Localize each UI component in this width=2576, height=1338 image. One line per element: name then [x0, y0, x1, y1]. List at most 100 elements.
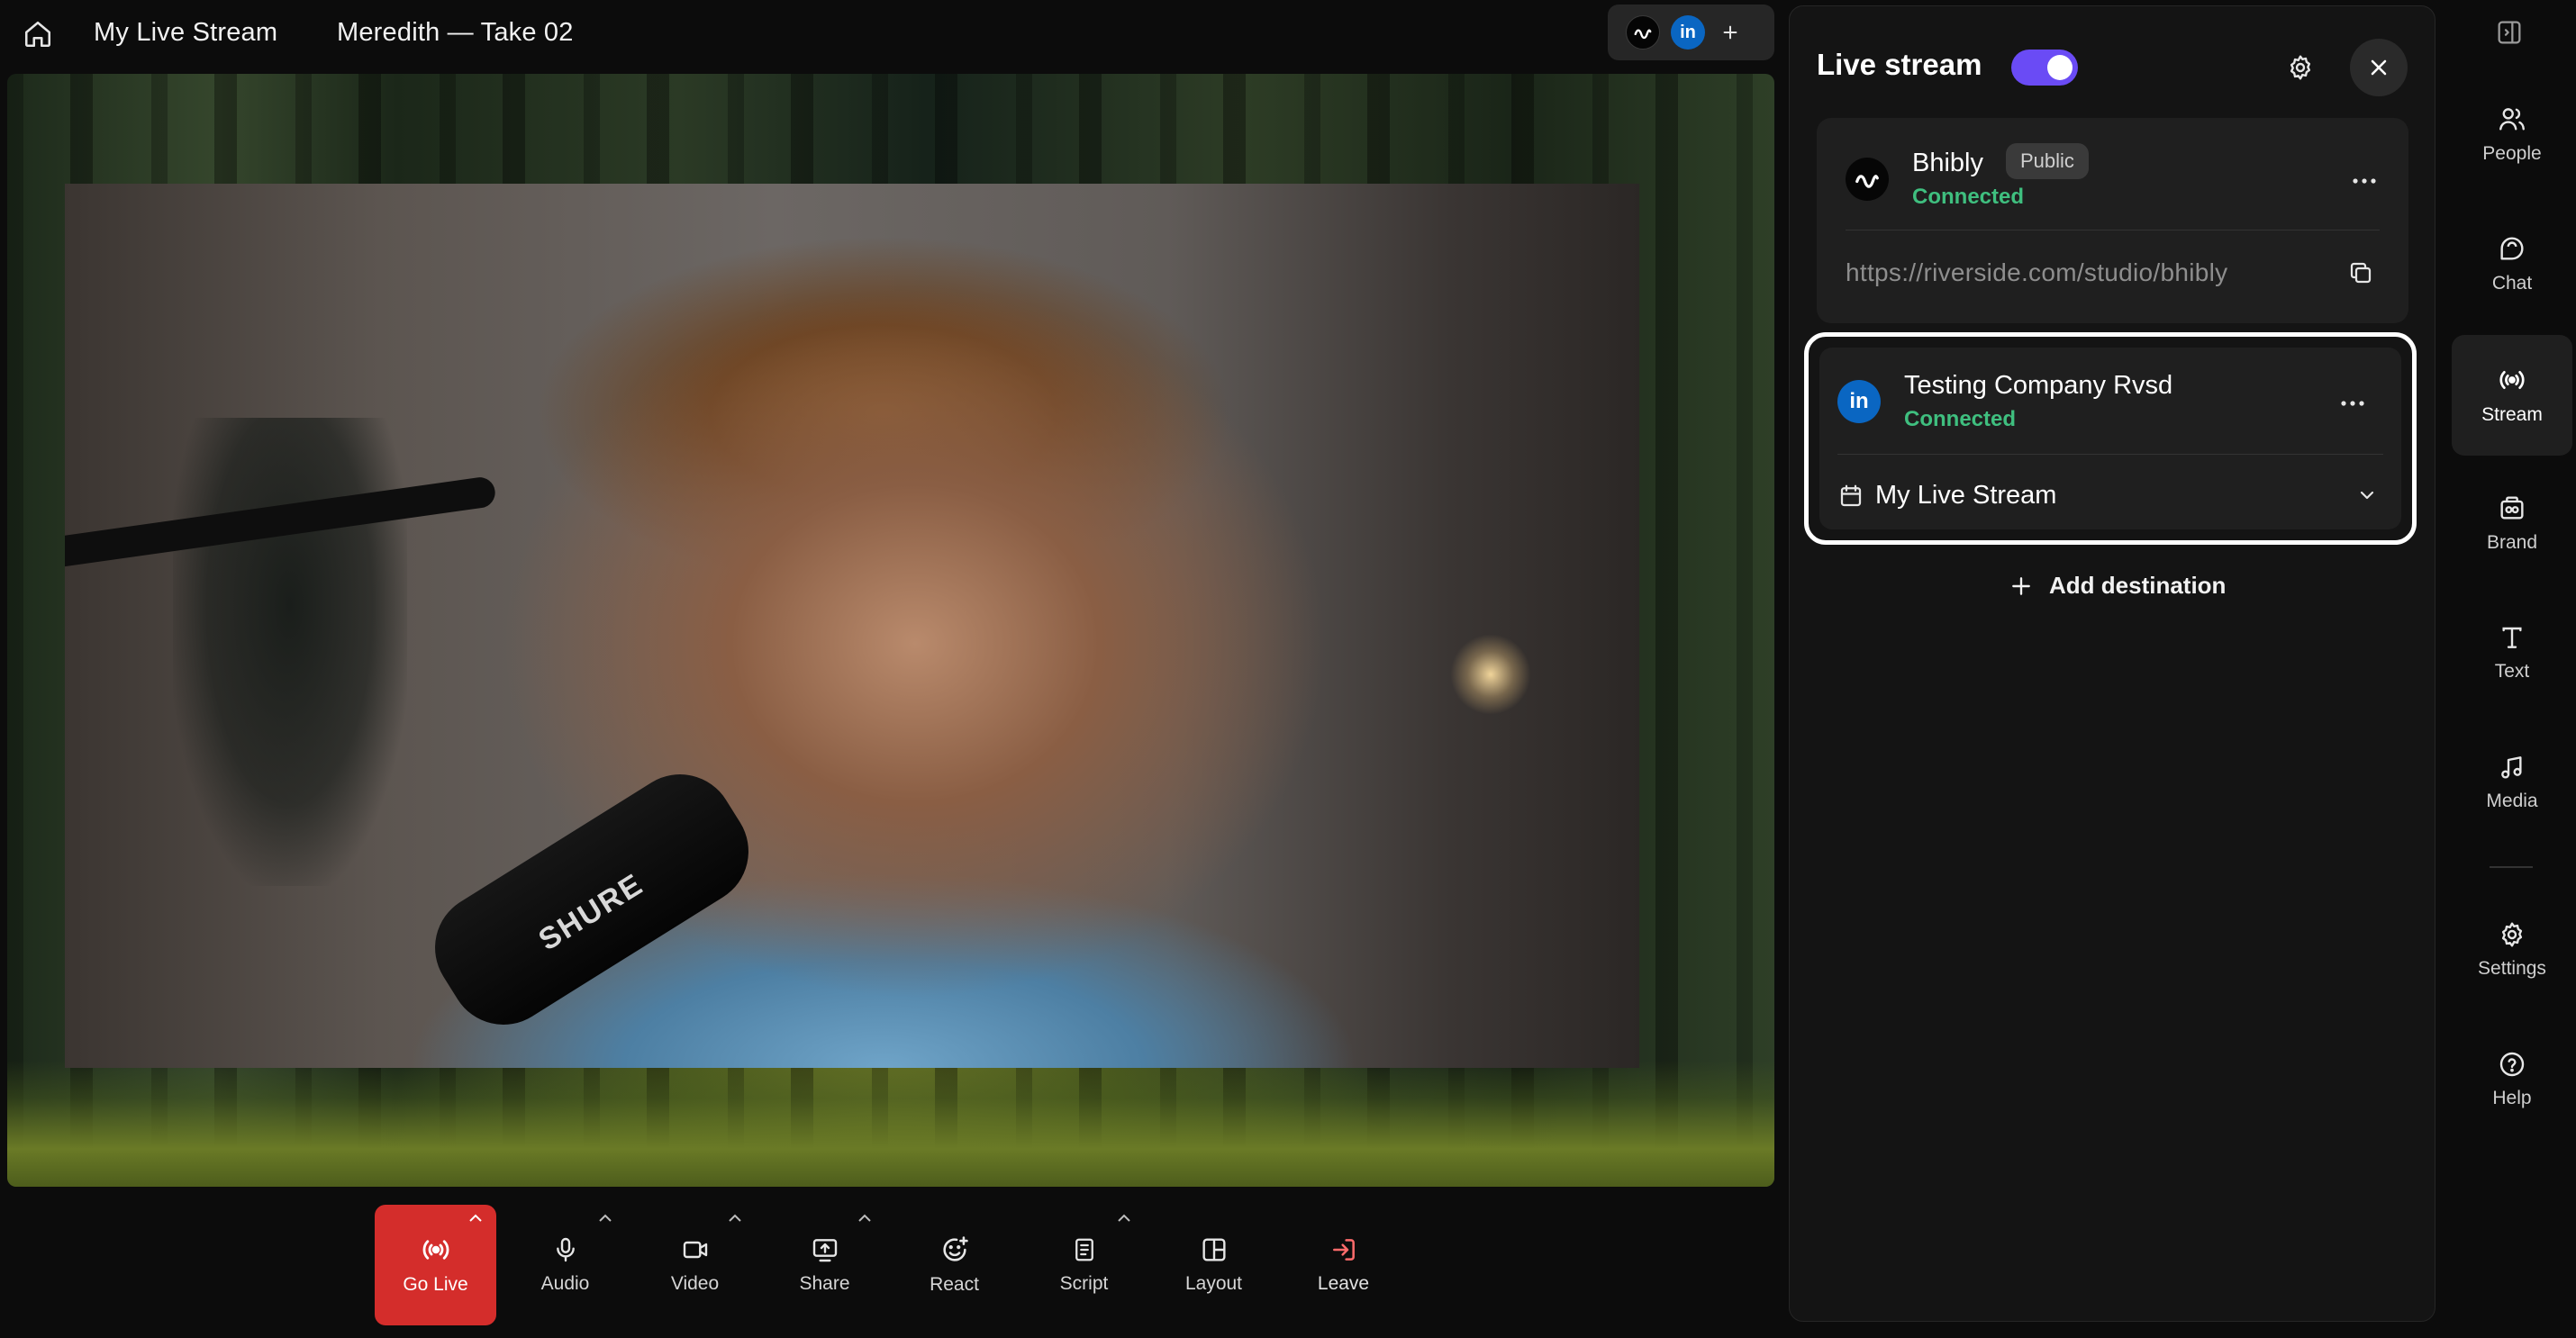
rail-label: Brand — [2486, 532, 2538, 553]
rail-item-help[interactable]: Help — [2452, 1019, 2572, 1140]
rail-label: Media — [2486, 791, 2538, 811]
background-lamp — [1450, 634, 1531, 715]
destination-card-linkedin: in Testing Company Rvsd Connected My Liv… — [1804, 332, 2417, 545]
sidebar-collapse-icon — [2498, 21, 2521, 44]
leave-label: Leave — [1317, 1273, 1370, 1294]
rail-item-settings[interactable]: Settings — [2452, 890, 2572, 1010]
close-panel-button[interactable] — [2350, 39, 2408, 96]
calendar-icon — [1840, 484, 1862, 507]
script-label: Script — [1059, 1273, 1109, 1294]
close-icon — [2371, 59, 2387, 76]
emoji-add-icon — [942, 1236, 968, 1261]
selected-stream-name: My Live Stream — [1875, 481, 2057, 510]
visibility-badge: Public — [2006, 143, 2089, 179]
rail-item-media[interactable]: Media — [2452, 722, 2572, 843]
leave-icon — [1332, 1239, 1355, 1261]
audio-label: Audio — [540, 1273, 590, 1294]
destination-more-button[interactable] — [2333, 384, 2372, 423]
layout-icon — [1202, 1238, 1226, 1261]
rail-label: Stream — [2481, 404, 2543, 425]
layout-label: Layout — [1184, 1273, 1243, 1294]
linkedin-icon: in — [1837, 380, 1881, 423]
rail-label: People — [2482, 143, 2542, 164]
stream-settings-button[interactable] — [2280, 47, 2321, 88]
chevron-up-icon[interactable] — [467, 1212, 484, 1225]
stream-icon — [2499, 371, 2525, 389]
destination-name: Bhibly — [1912, 149, 1983, 177]
take-title[interactable]: Meredith — Take 02 — [337, 18, 574, 48]
control-bar: Go Live Audio Video Share React Script L… — [0, 1198, 1788, 1338]
camera-feed: SHURE — [65, 184, 1639, 1068]
destination-card-body: in Testing Company Rvsd Connected My Liv… — [1819, 348, 2401, 529]
destination-name: Testing Company Rvsd — [1904, 371, 2173, 400]
brand-icon — [2500, 496, 2524, 520]
chat-icon — [2500, 237, 2524, 260]
rail-item-stream[interactable]: Stream — [2452, 335, 2572, 456]
destinations-pill[interactable]: in — [1608, 5, 1774, 60]
chevron-up-icon[interactable] — [1116, 1212, 1132, 1225]
music-note-icon — [2501, 756, 2522, 779]
destination-status: Connected — [1912, 185, 2025, 209]
rail-label: Text — [2494, 661, 2530, 682]
live-stream-panel: Live stream Bhibly Public Connected http… — [1789, 5, 2435, 1322]
people-icon — [2499, 108, 2525, 131]
rail-item-brand[interactable]: Brand — [2452, 463, 2572, 583]
card-divider — [1846, 230, 2380, 231]
destination-more-button[interactable] — [2345, 161, 2384, 201]
top-bar: My Live Stream Meredith — Take 02 in — [0, 0, 1788, 70]
rail-label: Help — [2492, 1088, 2532, 1108]
rail-item-text[interactable]: Text — [2452, 592, 2572, 713]
more-horizontal-icon — [2341, 401, 2364, 406]
add-destination-label: Add destination — [2049, 572, 2227, 599]
layout-button[interactable]: Layout — [1153, 1205, 1274, 1325]
script-button[interactable]: Script — [1023, 1205, 1145, 1325]
card-divider — [1837, 454, 2383, 455]
add-destination-button[interactable]: Add destination — [2009, 572, 2226, 600]
video-label: Video — [670, 1273, 720, 1294]
chevron-up-icon[interactable] — [597, 1212, 613, 1225]
chevron-up-icon[interactable] — [857, 1212, 873, 1225]
react-button[interactable]: React — [893, 1205, 1015, 1325]
rail-label: Chat — [2491, 273, 2533, 294]
add-destination-pill-button[interactable] — [1716, 15, 1745, 50]
share-button[interactable]: Share — [764, 1205, 885, 1325]
panel-title: Live stream — [1817, 48, 1982, 81]
destination-card-bhibly: Bhibly Public Connected https://riversid… — [1817, 118, 2408, 323]
copy-url-button[interactable] — [2341, 253, 2381, 293]
text-icon — [2502, 627, 2522, 648]
copy-icon — [2350, 262, 2372, 284]
share-label: Share — [799, 1273, 850, 1294]
live-stream-select[interactable]: My Live Stream — [1819, 456, 2401, 537]
home-button[interactable] — [20, 16, 56, 52]
go-live-button[interactable]: Go Live — [375, 1205, 496, 1325]
script-icon — [1075, 1238, 1093, 1261]
studio-url: https://riverside.com/studio/bhibly — [1846, 258, 2228, 286]
chevron-up-icon[interactable] — [727, 1212, 743, 1225]
rail-label: Settings — [2478, 958, 2546, 979]
background-plant — [173, 418, 407, 886]
toggle-sidebar-button[interactable] — [2495, 18, 2524, 47]
leave-button[interactable]: Leave — [1283, 1205, 1404, 1325]
more-horizontal-icon — [2353, 178, 2376, 184]
stage-background: SHURE — [7, 74, 1774, 1187]
microphone-icon — [556, 1237, 575, 1262]
bhibly-logo-icon — [1626, 15, 1660, 50]
project-title[interactable]: My Live Stream — [94, 18, 277, 48]
screen-share-icon — [812, 1239, 837, 1262]
chevron-down-icon — [2360, 491, 2374, 500]
plus-icon — [2012, 576, 2030, 595]
rail-item-chat[interactable]: Chat — [2452, 203, 2572, 324]
go-live-label: Go Live — [403, 1274, 468, 1295]
rail-divider — [2490, 866, 2533, 868]
linkedin-icon: in — [1671, 15, 1705, 50]
toggle-knob — [2047, 55, 2073, 80]
help-icon — [2499, 1052, 2525, 1077]
audio-button[interactable]: Audio — [504, 1205, 626, 1325]
bhibly-logo-icon — [1846, 158, 1889, 201]
destination-status: Connected — [1904, 407, 2017, 431]
live-stream-toggle[interactable] — [2011, 50, 2078, 86]
home-icon — [24, 21, 51, 48]
broadcast-icon — [422, 1240, 449, 1260]
video-button[interactable]: Video — [634, 1205, 756, 1325]
rail-item-people[interactable]: People — [2452, 74, 2572, 194]
